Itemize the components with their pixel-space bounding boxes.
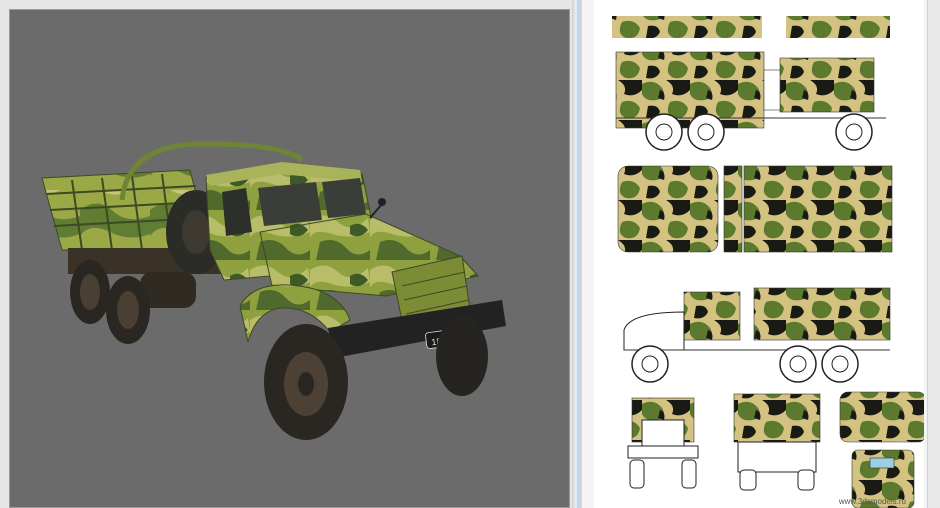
windshield-left [258,182,322,226]
front-view [627,397,699,489]
rear-wheel-1 [70,260,110,324]
rear-wheel-2 [106,276,150,344]
camo-strip-1 [612,16,762,38]
3d-viewport[interactable]: 18-60 [9,9,570,508]
splitter-bar[interactable] [572,0,582,508]
windshield-right [322,178,366,218]
texture-sheet-pane: www.3dsmodels.ru [582,0,940,508]
side-view-left [623,287,891,383]
left-pane: 18-60 [0,0,572,508]
rear-view [733,393,821,491]
hood-top-panel [839,391,924,443]
watermark-text: www.3dsmodels.ru [838,497,906,506]
vertical-scrollbar[interactable] [927,0,940,508]
camo-strip-2 [786,16,890,38]
narrow-panel [723,165,743,253]
truck-render: 18-60 [41,141,506,440]
front-wheel-left [264,324,348,440]
texture-sheet[interactable]: www.3dsmodels.ru [594,0,924,508]
blueprint-sheet [612,16,924,508]
front-wheel-right [436,316,488,396]
cab-roof-panel [617,165,719,253]
cargo-cover-panel [743,165,893,253]
side-view-right [615,51,886,151]
side-mirror [378,198,386,206]
